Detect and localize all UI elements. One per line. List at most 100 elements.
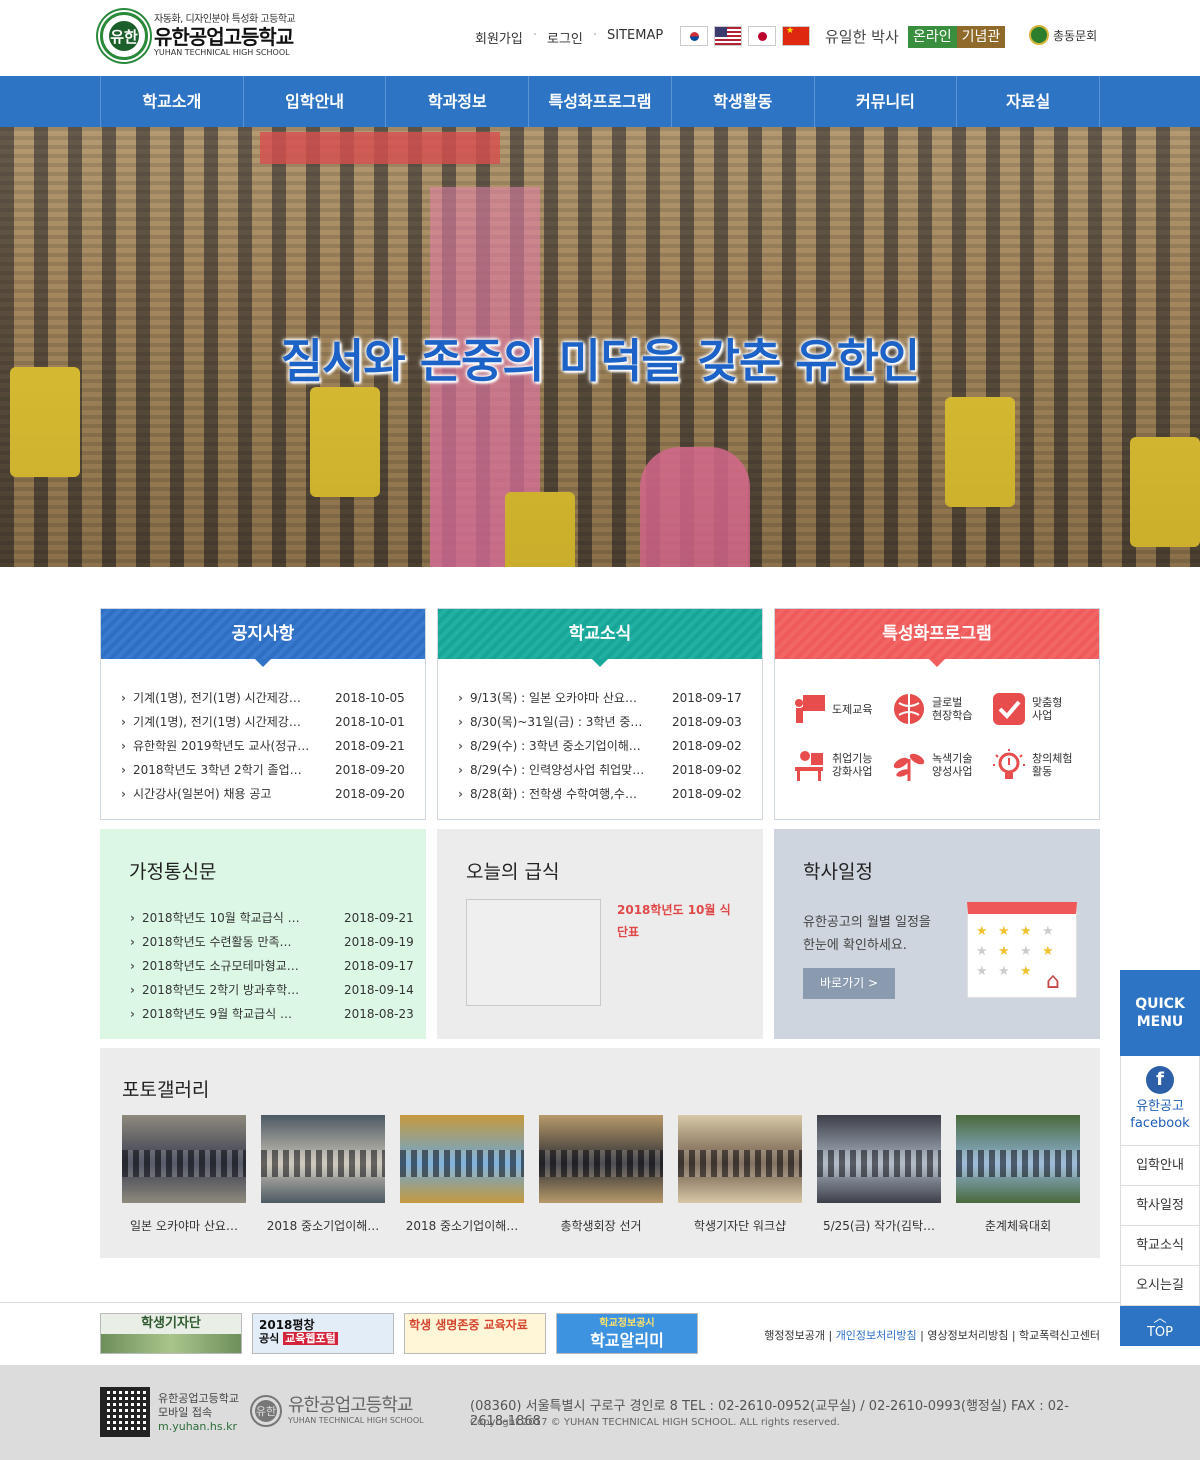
list-item[interactable]: 2018학년도 수련활동 만족… 2018-09-19 (128, 930, 414, 954)
gallery-caption: 총학생회장 선거 (560, 1219, 642, 1233)
list-item[interactable]: 8/29(수) : 인력양성사업 취업맞… 2018-09-02 (456, 758, 762, 782)
school-logo[interactable]: 유한 자동화, 디자인분야 특성화 고등학교 유한공업고등학교 YUHAN TE… (100, 12, 296, 60)
mobile-url[interactable]: m.yuhan.hs.kr (158, 1420, 237, 1433)
japan-flag-icon[interactable] (748, 26, 776, 46)
nav-school-intro[interactable]: 학교소개 (101, 76, 244, 127)
utility-links: 회원가입 · 로그인 · SITEMAP (475, 28, 664, 47)
program-label: 도제교육 (832, 702, 873, 716)
quick-facebook[interactable]: f 유한공고 facebook (1120, 1056, 1200, 1146)
gallery-item[interactable]: 일본 오카야마 산요… (122, 1115, 246, 1234)
policy-admin-info[interactable]: 행정정보공개 (764, 1329, 825, 1342)
signup-link[interactable]: 회원가입 (475, 28, 523, 47)
meal-title[interactable]: 오늘의 급식 (466, 857, 559, 884)
sitemap-link[interactable]: SITEMAP (607, 28, 663, 47)
mobile-info: 유한공업고등학교 모바일 접속 m.yuhan.hs.kr (158, 1392, 239, 1433)
policy-links: 행정정보공개 | 개인정보처리방침 | 영상정보처리방침 | 학교폭력신고센터 (764, 1329, 1100, 1342)
gallery-item[interactable]: 2018 중소기업이해… (261, 1115, 385, 1234)
item-date: 2018-10-01 (335, 715, 405, 729)
school-emblem-icon: 유한 (100, 12, 148, 60)
gallery-item[interactable]: 학생기자단 워크샵 (678, 1115, 802, 1234)
calendar-box: 학사일정 유한공고의 월별 일정을 한눈에 확인하세요. 바로가기 > ★ ★ ★ ★… (774, 829, 1100, 1039)
check-icon (991, 691, 1027, 727)
item-title: 2018학년도 2학기 방과후학… (128, 978, 324, 1002)
policy-privacy[interactable]: 개인정보처리방침 (836, 1329, 917, 1342)
item-date: 2018-09-02 (672, 739, 742, 753)
quick-directions[interactable]: 오시는길 (1120, 1266, 1200, 1306)
item-date: 2018-10-05 (335, 691, 405, 705)
calendar-go-button[interactable]: 바로가기 > (803, 968, 895, 999)
nav-programs[interactable]: 특성화프로그램 (529, 76, 672, 127)
nav-departments[interactable]: 학과정보 (386, 76, 530, 127)
gallery-caption: 2018 중소기업이해… (266, 1219, 380, 1233)
list-item[interactable]: 기계(1명), 전기(1명) 시간제강… 2018-10-05 (119, 686, 425, 710)
list-item[interactable]: 2018학년도 3학년 2학기 졸업… 2018-09-20 (119, 758, 425, 782)
online-memorial-link[interactable]: 온라인 기념관 (908, 26, 1006, 48)
item-date: 2018-09-21 (335, 739, 405, 753)
china-flag-icon[interactable] (782, 26, 810, 46)
banner-life-respect[interactable]: 학생 생명존중 교육자료 (404, 1313, 546, 1354)
program-title[interactable]: 특성화프로그램 (775, 609, 1099, 667)
list-item[interactable]: 8/30(목)~31일(금) : 3학년 중… 2018-09-03 (456, 710, 762, 734)
banner-pyeongchang[interactable]: 2018평창 공식 교육웹포털 (252, 1313, 394, 1354)
login-link[interactable]: 로그인 (547, 28, 583, 47)
meal-link[interactable]: 2018학년도 10월 식단표 (617, 899, 737, 943)
item-title: 2018학년도 3학년 2학기 졸업… (119, 758, 315, 782)
list-item[interactable]: 8/28(화) : 전학생 수학여행,수… 2018-09-02 (456, 782, 762, 806)
program-label: 취업기능 (832, 752, 873, 765)
gallery-item[interactable]: 춘계체육대회 (956, 1115, 1080, 1234)
nav-resources[interactable]: 자료실 (957, 76, 1101, 127)
quick-menu-title: QUICK MENU (1120, 970, 1200, 1056)
nav-student-activities[interactable]: 학생활동 (672, 76, 815, 127)
scroll-top-button[interactable]: ︿ TOP (1120, 1306, 1200, 1346)
item-title: 8/29(수) : 3학년 중소기업이해… (456, 734, 652, 758)
program-item[interactable]: 글로벌 현장학습 (891, 691, 991, 727)
nav-admission[interactable]: 입학안내 (244, 76, 387, 127)
alumni-link[interactable]: 총동문회 (1029, 25, 1097, 45)
item-title: 유한학원 2019학년도 교사(정규… (119, 734, 315, 758)
list-item[interactable]: 8/29(수) : 3학년 중소기업이해… 2018-09-02 (456, 734, 762, 758)
gallery-title[interactable]: 포토갤러리 (122, 1075, 209, 1102)
banner-school-info[interactable]: 학교정보공시 학교알리미 (556, 1313, 698, 1354)
facebook-icon: f (1146, 1066, 1174, 1094)
meal-image[interactable] (466, 899, 601, 1006)
list-item[interactable]: 기계(1명), 전기(1명) 시간제강… 2018-10-01 (119, 710, 425, 734)
banner-student-reporters[interactable]: 학생기자단 (100, 1313, 242, 1354)
policy-video[interactable]: 영상정보처리방침 (927, 1329, 1008, 1342)
news-title[interactable]: 학교소식 (438, 609, 762, 667)
program-item[interactable]: 녹색기술 양성사업 (891, 747, 991, 783)
calendar-title[interactable]: 학사일정 (803, 857, 873, 884)
quick-admission[interactable]: 입학안내 (1120, 1146, 1200, 1186)
item-title: 8/28(화) : 전학생 수학여행,수… (456, 782, 652, 806)
bulb-icon (991, 747, 1027, 783)
item-date: 2018-09-17 (672, 691, 742, 705)
program-item[interactable]: 취업기능 강화사업 (791, 747, 891, 783)
list-item[interactable]: 시간강사(일본어) 채용 공고 2018-09-20 (119, 782, 425, 806)
program-item[interactable]: 창의체험 활동 (991, 747, 1091, 783)
item-title: 2018학년도 소규모테마형교… (128, 954, 324, 978)
gallery-photo (539, 1115, 663, 1203)
list-item[interactable]: 9/13(목) : 일본 오카야마 산요… 2018-09-17 (456, 686, 762, 710)
list-item[interactable]: 유한학원 2019학년도 교사(정규… 2018-09-21 (119, 734, 425, 758)
program-item[interactable]: 맞춤형 사업 (991, 691, 1091, 727)
korean-flag-icon[interactable] (680, 26, 708, 46)
gallery-item[interactable]: 5/25(금) 작가(김탁… (817, 1115, 941, 1234)
quick-schedule[interactable]: 학사일정 (1120, 1186, 1200, 1226)
policy-violence-report[interactable]: 학교폭력신고센터 (1019, 1329, 1100, 1342)
list-item[interactable]: 2018학년도 10월 학교급식 … 2018-09-21 (128, 906, 414, 930)
list-item[interactable]: 2018학년도 2학기 방과후학… 2018-09-14 (128, 978, 414, 1002)
gallery-item[interactable]: 총학생회장 선거 (539, 1115, 663, 1234)
list-item[interactable]: 2018학년도 9월 학교급식 … 2018-08-23 (128, 1002, 414, 1026)
gallery-caption: 2018 중소기업이해… (405, 1219, 519, 1233)
item-title: 2018학년도 10월 학교급식 … (128, 906, 324, 930)
program-item[interactable]: 도제교육 (791, 691, 891, 727)
gallery-photo (956, 1115, 1080, 1203)
dr-yuilhan-link[interactable]: 유일한 박사 (825, 26, 899, 47)
notice-title[interactable]: 공지사항 (101, 609, 425, 667)
list-item[interactable]: 2018학년도 소규모테마형교… 2018-09-17 (128, 954, 414, 978)
photo-gallery: 포토갤러리 일본 오카야마 산요… 2018 중소기업이해… 2018 중소기업이해… (100, 1048, 1100, 1258)
us-flag-icon[interactable] (714, 26, 742, 46)
nav-community[interactable]: 커뮤니티 (815, 76, 958, 127)
gallery-item[interactable]: 2018 중소기업이해… (400, 1115, 524, 1234)
quick-news[interactable]: 학교소식 (1120, 1226, 1200, 1266)
program-label: 현장학습 (932, 709, 973, 722)
